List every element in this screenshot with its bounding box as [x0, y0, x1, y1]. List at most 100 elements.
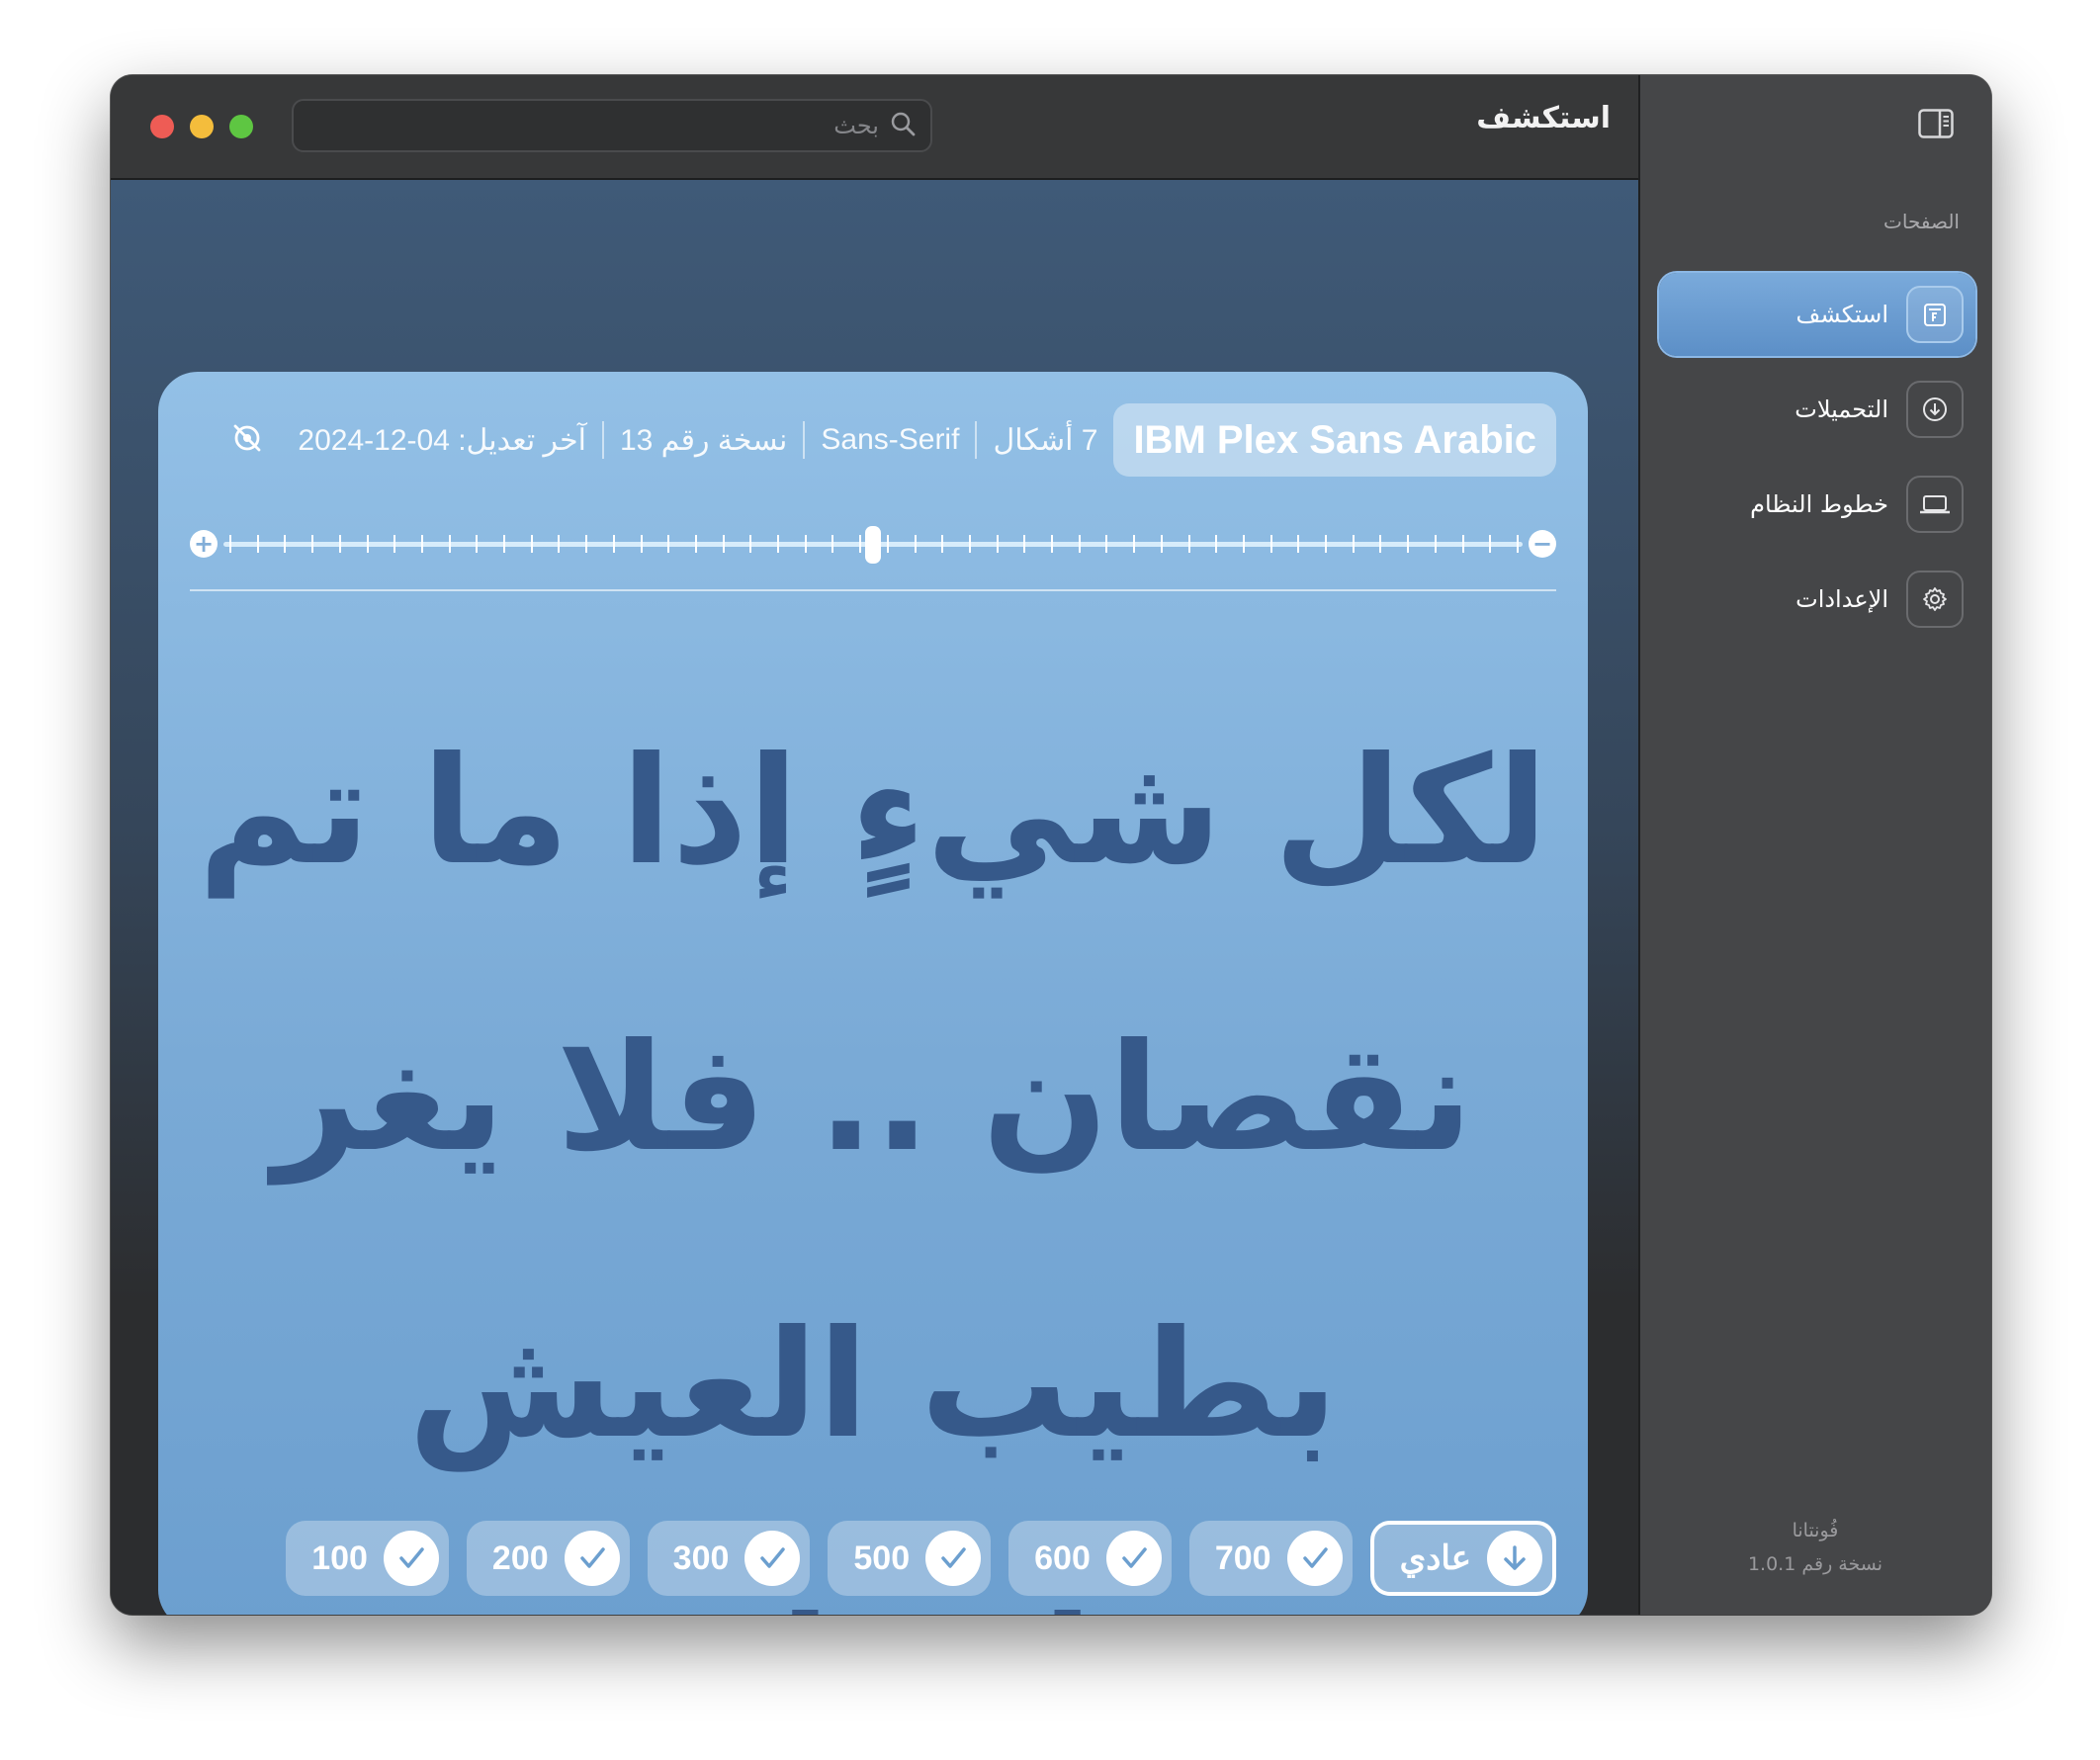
weight-label: 700: [1214, 1539, 1271, 1577]
slider-tick: [1517, 535, 1519, 553]
slider-tick: [1023, 535, 1026, 553]
slider-thumb[interactable]: [865, 526, 881, 564]
sidebar-section-label: الصفحات: [1883, 210, 1960, 233]
sidebar-item-settings[interactable]: الإعدادات: [1659, 558, 1975, 641]
slider-tick: [530, 535, 533, 553]
sidebar-toggle-icon[interactable]: [1918, 109, 1954, 138]
slider-tick: [394, 535, 396, 553]
slider-tick: [338, 535, 341, 553]
slider-tick: [1133, 535, 1136, 553]
search-input[interactable]: بحث: [292, 99, 932, 152]
app-version: نسخة رقم 1.0.1: [1747, 1553, 1882, 1575]
slider-tick: [996, 535, 999, 553]
weight-label: 100: [311, 1539, 368, 1577]
checkmark-icon: [383, 1531, 439, 1586]
sidebar-item-label: التحميلات: [1794, 396, 1888, 423]
slider-tick: [1187, 535, 1190, 553]
gear-icon: [1906, 571, 1964, 628]
checkmark-icon: [1286, 1531, 1343, 1586]
weight-button-200[interactable]: 200: [466, 1521, 630, 1596]
weight-button-500[interactable]: 500: [828, 1521, 992, 1596]
slider-tick: [366, 535, 369, 553]
slider-tick: [1489, 535, 1492, 553]
slider-tick: [1325, 535, 1328, 553]
sidebar-item-label: خطوط النظام: [1750, 490, 1888, 518]
close-window-button[interactable]: [150, 115, 174, 138]
meta-separator: [601, 421, 604, 459]
slider-tick: [667, 535, 670, 553]
slider-tick: [1051, 535, 1054, 553]
search-icon: [889, 110, 917, 141]
slider-tick: [476, 535, 479, 553]
search-placeholder: بحث: [833, 112, 879, 139]
slider-tick: [256, 535, 259, 553]
slider-tick: [640, 535, 643, 553]
sidebar-item-system-fonts[interactable]: خطوط النظام: [1659, 463, 1975, 546]
slider-tick: [941, 535, 944, 553]
sample-text: لكل شيءٍ إذا ما تم نقصان .. فلا يغر بطيب…: [198, 726, 1548, 1615]
sidebar-item-label: الإعدادات: [1795, 585, 1888, 613]
font-size-slider[interactable]: + −: [190, 526, 1556, 564]
slider-tick: [448, 535, 451, 553]
maximize-window-button[interactable]: [229, 115, 253, 138]
slider-tick: [777, 535, 780, 553]
slider-tick: [694, 535, 697, 553]
slider-tick: [558, 535, 561, 553]
sidebar-item-explore[interactable]: استكشف: [1659, 273, 1975, 356]
slider-tick: [1379, 535, 1382, 553]
slider-tick: [284, 535, 287, 553]
font-version: نسخة رقم 13: [619, 423, 788, 457]
slider-tick: [914, 535, 917, 553]
slider-tick: [968, 535, 971, 553]
sidebar: الصفحات استكشف التحميلات خطوط النظام الإ…: [1638, 75, 1991, 1615]
slider-tick: [1407, 535, 1410, 553]
explore-icon: [1906, 286, 1964, 343]
font-last-modified: آخر تعديل: 04-12-2024: [298, 423, 586, 457]
download-arrow-icon: [1487, 1531, 1542, 1586]
slider-tick: [585, 535, 588, 553]
weight-button-regular[interactable]: عادي: [1369, 1521, 1556, 1596]
font-card: IBM Plex Sans Arabic 7 أشكال Sans-Serif …: [158, 372, 1588, 1615]
decrease-size-button[interactable]: −: [1529, 530, 1556, 558]
slider-tick: [1105, 535, 1108, 553]
font-styles-count: 7 أشكال: [993, 423, 1098, 457]
weight-label: 600: [1034, 1539, 1091, 1577]
divider: [190, 589, 1556, 591]
app-name: فُونتانا: [1792, 1520, 1839, 1541]
slider-tick: [831, 535, 834, 553]
font-name: IBM Plex Sans Arabic: [1113, 403, 1556, 477]
font-meta-row: IBM Plex Sans Arabic 7 أشكال Sans-Serif …: [230, 403, 1556, 477]
meta-separator: [803, 421, 806, 459]
weight-label: 300: [672, 1539, 730, 1577]
weight-button-100[interactable]: 100: [286, 1521, 449, 1596]
app-info: فُونتانا نسخة رقم 1.0.1: [1748, 1514, 1882, 1581]
checkmark-icon: [744, 1531, 801, 1586]
slider-tick: [749, 535, 752, 553]
slider-tick: [1078, 535, 1081, 553]
slider-tick: [420, 535, 423, 553]
download-circle-icon: [1906, 381, 1964, 438]
laptop-icon: [1906, 476, 1964, 533]
weight-button-300[interactable]: 300: [647, 1521, 811, 1596]
checkmark-icon: [925, 1531, 982, 1586]
slider-tick: [1269, 535, 1272, 553]
slider-tick: [612, 535, 615, 553]
minimize-window-button[interactable]: [190, 115, 214, 138]
sidebar-item-downloads[interactable]: التحميلات: [1659, 368, 1975, 451]
checkmark-icon: [564, 1531, 620, 1586]
weight-button-600[interactable]: 600: [1008, 1521, 1172, 1596]
increase-size-button[interactable]: +: [190, 530, 218, 558]
content-area: IBM Plex Sans Arabic 7 أشكال Sans-Serif …: [111, 180, 1638, 1615]
slider-tick: [886, 535, 889, 553]
weight-label: 500: [853, 1539, 911, 1577]
slider-tick: [804, 535, 807, 553]
slider-tick: [1352, 535, 1355, 553]
weight-button-700[interactable]: 700: [1188, 1521, 1353, 1596]
slider-tick: [503, 535, 506, 553]
eye-slash-icon[interactable]: [230, 421, 264, 459]
weight-buttons: عادي 700 600 500 300 200 100: [286, 1521, 1556, 1600]
sidebar-item-label: استكشف: [1795, 301, 1888, 328]
slider-tick: [311, 535, 314, 553]
slider-tick: [722, 535, 725, 553]
weight-label: عادي: [1399, 1540, 1471, 1577]
